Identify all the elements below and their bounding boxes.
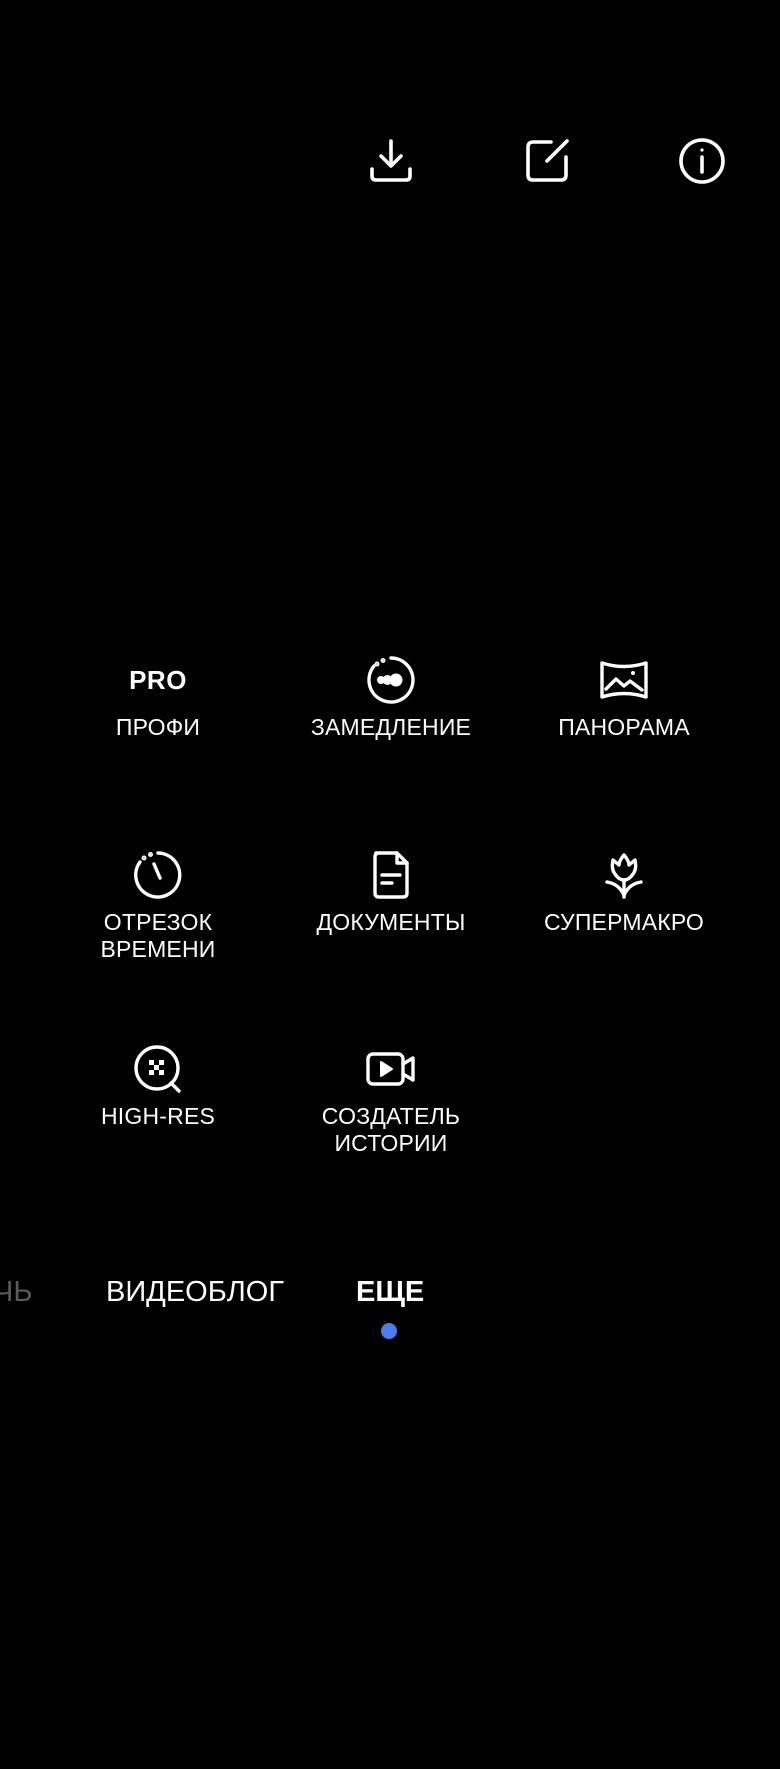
edit-icon — [526, 139, 569, 182]
flower-icon — [605, 853, 643, 899]
pro-icon: PRO — [129, 654, 187, 706]
mode-label: HIGH-RES — [100, 1103, 216, 1129]
mode-time-lapse[interactable]: ОТРЕЗОК ВРЕМЕНИ — [48, 849, 268, 963]
info-button[interactable] — [677, 136, 727, 186]
mode-label: СУПЕРМАКРО — [543, 909, 705, 935]
download-icon — [370, 139, 412, 182]
mode-label: ДОКУМЕНТЫ — [316, 909, 466, 935]
mode-label: ПРОФИ — [115, 714, 201, 740]
mode-story-creator[interactable]: СОЗДАТЕЛЬ ИСТОРИИ — [281, 1043, 501, 1157]
mode-label: ПАНОРАМА — [558, 714, 690, 740]
mode-label: СОЗДАТЕЛЬ ИСТОРИИ — [321, 1103, 461, 1156]
slow-motion-icon — [367, 656, 415, 704]
info-icon — [679, 138, 725, 184]
mode-label: ЗАМЕДЛЕНИЕ — [310, 714, 472, 740]
high-res-icon — [134, 1045, 181, 1093]
mode-label: ОТРЕЗОК ВРЕМЕНИ — [100, 909, 216, 962]
story-video-icon — [366, 1052, 415, 1086]
download-button[interactable] — [366, 136, 416, 186]
pro-icon-text: PRO — [129, 664, 187, 695]
tab-previous-mode[interactable]: ЧЬ — [0, 1274, 32, 1310]
mode-pro[interactable]: PRO ПРОФИ — [48, 654, 268, 741]
panorama-icon — [600, 661, 648, 699]
active-tab-indicator — [381, 1323, 397, 1339]
tab-videoblog[interactable]: ВИДЕОБЛОГ — [106, 1274, 284, 1310]
mode-panorama[interactable]: ПАНОРАМА — [514, 654, 734, 741]
mode-high-res[interactable]: HIGH-RES — [48, 1043, 268, 1130]
mode-documents[interactable]: ДОКУМЕНТЫ — [281, 849, 501, 936]
mode-supermacro[interactable]: СУПЕРМАКРО — [514, 849, 734, 936]
document-icon — [373, 851, 409, 899]
timer-icon — [134, 851, 182, 899]
mode-slow-motion[interactable]: ЗАМЕДЛЕНИЕ — [281, 654, 501, 741]
edit-button[interactable] — [522, 136, 572, 186]
tab-more[interactable]: ЕЩЕ — [356, 1274, 424, 1310]
